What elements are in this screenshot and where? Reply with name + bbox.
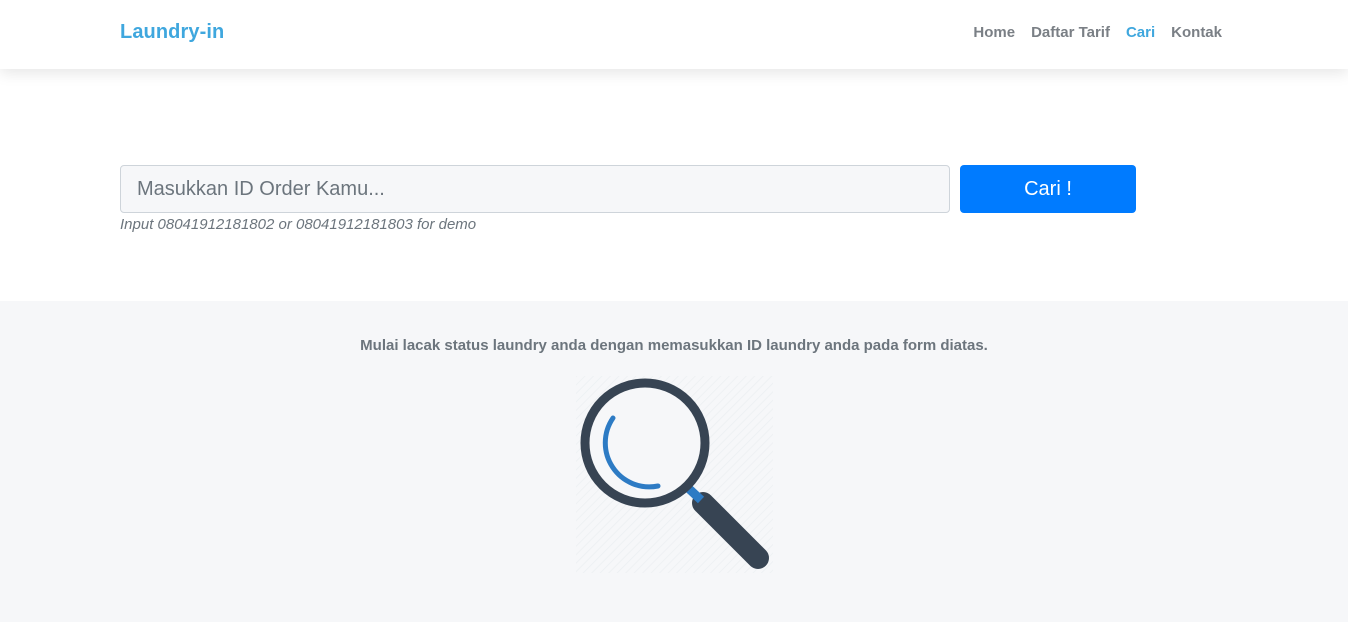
search-button[interactable]: Cari ! [960,165,1136,213]
magnifying-glass-icon [576,376,773,573]
nav-link-daftar-tarif[interactable]: Daftar Tarif [1031,24,1110,41]
order-id-input[interactable] [120,165,950,213]
brand-logo[interactable]: Laundry-in [120,21,224,44]
nav-link-kontak[interactable]: Kontak [1171,24,1222,41]
nav-link-cari[interactable]: Cari [1126,24,1155,41]
result-section: Mulai lacak status laundry anda dengan m… [0,301,1348,622]
search-section: Cari ! Input 08041912181802 or 080419121… [0,69,1348,301]
demo-hint: Input 08041912181802 or 08041912181803 f… [120,216,477,233]
nav-links: Home Daftar Tarif Cari Kontak [973,24,1222,41]
nav-link-home[interactable]: Home [973,24,1015,41]
navbar: Laundry-in Home Daftar Tarif Cari Kontak [0,0,1348,69]
result-message: Mulai lacak status laundry anda dengan m… [360,337,988,354]
